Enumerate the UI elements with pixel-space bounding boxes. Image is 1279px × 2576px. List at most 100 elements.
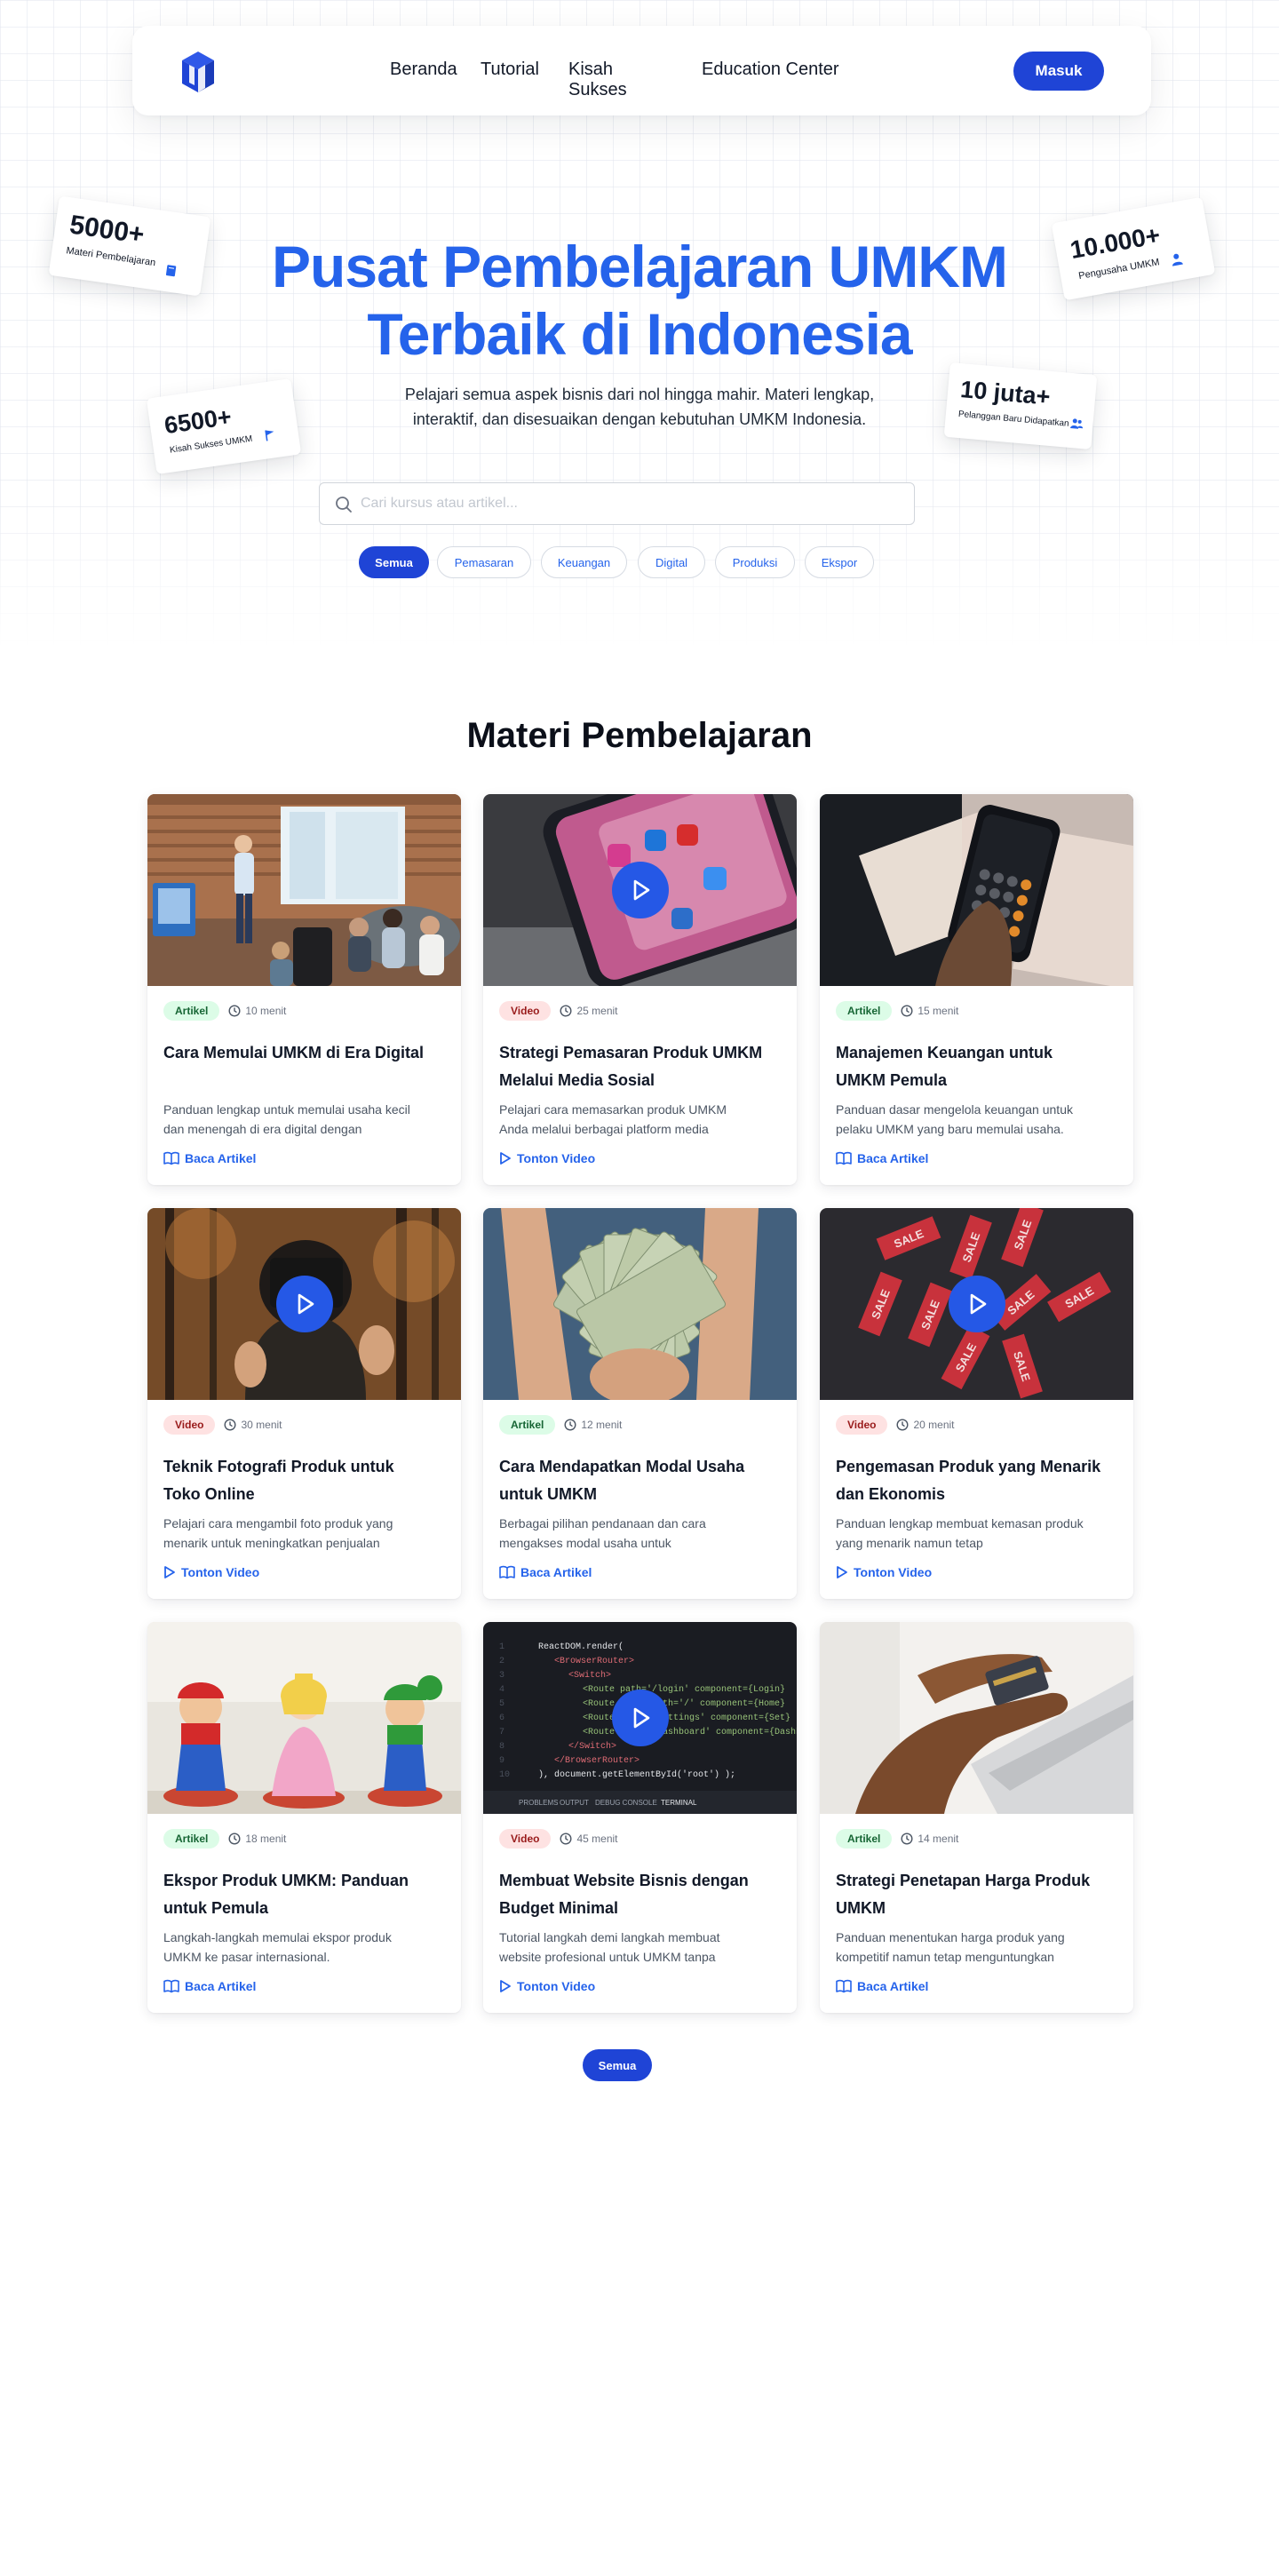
card-title: Cara Memulai UMKM di Era Digital [163,1044,425,1061]
watch-video-link[interactable]: Tonton Video [836,1565,932,1579]
play-button[interactable] [612,1690,669,1746]
play-icon [633,879,650,901]
card-memulai-umkm[interactable]: Artikel 10 menit Cara Memulai UMKM di Er… [147,794,461,1185]
action-label: Tonton Video [517,1151,596,1165]
type-badge: Artikel [836,1001,893,1021]
duration-text: 10 menit [245,1005,287,1017]
duration-text: 45 menit [576,1833,618,1845]
duration: 10 menit [228,1005,286,1017]
svg-text:7: 7 [499,1728,504,1737]
card-meta: Artikel 18 menit [163,1829,286,1849]
stat-card-pelanggan: 10 juta+ Pelanggan Baru Didapatkan [943,362,1098,450]
card-meta: Video 45 menit [499,1829,618,1849]
card-title: Manajemen Keuangan untuk UMKM Pemula [836,1044,1053,1089]
card-website-bisnis[interactable]: 1 2 3 4 5 6 7 8 9 10 ReactDOM.render( <BrowserR… [483,1622,797,2013]
watch-video-link[interactable]: Tonton Video [163,1565,259,1579]
open-book-icon [836,1979,852,1993]
duration: 20 menit [896,1419,955,1431]
card-thumbnail [147,794,461,986]
read-article-link[interactable]: Baca Artikel [163,1151,256,1165]
stat-label: Materi Pembelajaran [65,245,156,269]
play-button[interactable] [949,1276,1005,1332]
chip-ekspor[interactable]: Ekspor [805,546,874,578]
card-meta: Artikel 10 menit [163,1001,286,1021]
search-input[interactable] [361,483,902,524]
type-badge: Artikel [163,1001,220,1021]
open-book-icon [499,1565,515,1579]
code-line: ), document.getElementById('root') ); [538,1769,735,1780]
chip-produksi[interactable]: Produksi [715,546,795,578]
toy-figures-image [147,1622,461,1814]
flag-icon [265,430,274,441]
action-label: Baca Artikel [185,1151,257,1165]
card-fotografi-produk[interactable]: Video 30 menit Teknik Fotografi Produk u… [147,1208,461,1599]
clock-icon [228,1005,241,1017]
action-label: Baca Artikel [857,1151,929,1165]
play-outline-icon [500,1980,511,1992]
svg-text:6: 6 [499,1713,504,1723]
user-icon [1172,253,1183,266]
card-thumbnail [820,1622,1133,1814]
duration: 30 menit [224,1419,282,1431]
card-thumbnail [147,1622,461,1814]
card-title: Pengemasan Produk yang Menarik dan Ekono… [836,1458,1101,1503]
card-meta: Video 25 menit [499,1001,618,1021]
play-button[interactable] [276,1276,333,1332]
play-button[interactable] [612,862,669,918]
duration-text: 15 menit [918,1005,959,1017]
nav-tutorial[interactable]: Tutorial [481,60,539,80]
type-badge: Video [163,1415,216,1435]
read-article-link[interactable]: Baca Artikel [499,1565,592,1579]
clock-icon [228,1833,241,1845]
svg-text:9: 9 [499,1756,504,1766]
chip-pemasaran[interactable]: Pemasaran [437,546,531,578]
type-badge: Video [836,1415,888,1435]
duration-text: 20 menit [913,1419,955,1431]
stat-value: 5000+ [68,210,147,250]
code-line: <Route path='/login' component={Login} [583,1684,785,1695]
chip-digital[interactable]: Digital [638,546,705,578]
office-meeting-image [147,794,461,986]
card-thumbnail: 1 2 3 4 5 6 7 8 9 10 ReactDOM.render( <BrowserR… [483,1622,797,1814]
duration: 12 menit [564,1419,622,1431]
chip-semua[interactable]: Semua [359,546,429,578]
logo-icon[interactable] [179,48,223,94]
card-penetapan-harga[interactable]: Artikel 14 menit Strategi Penetapan Harg… [820,1622,1133,2013]
card-thumbnail [483,1208,797,1400]
read-article-link[interactable]: Baca Artikel [163,1979,256,1993]
nav-beranda[interactable]: Beranda [390,60,457,80]
card-title: Ekspor Produk UMKM: Panduan untuk Pemula [163,1872,409,1917]
read-article-link[interactable]: Baca Artikel [836,1151,928,1165]
stat-value: 10 juta+ [959,376,1052,410]
card-pemasaran-medsos[interactable]: Video 25 menit Strategi Pemasaran Produk… [483,794,797,1185]
card-description: Berbagai pilihan pendanaan dan cara meng… [499,1516,706,1550]
login-button[interactable]: Masuk [1013,52,1104,91]
type-badge: Video [499,1001,552,1021]
clock-icon [560,1833,572,1845]
duration: 18 menit [228,1833,286,1845]
clock-icon [896,1419,909,1431]
type-badge: Artikel [836,1829,893,1849]
watch-video-link[interactable]: Tonton Video [499,1979,595,1993]
card-description: Pelajari cara mengambil foto produk yang… [163,1516,393,1550]
read-article-link[interactable]: Baca Artikel [836,1979,928,1993]
editor-tab: DEBUG CONSOLE [595,1799,657,1807]
money-hands-image [483,1208,797,1400]
chip-keuangan[interactable]: Keuangan [541,546,627,578]
card-title: Strategi Pemasaran Produk UMKM Melalui M… [499,1044,763,1089]
show-all-button[interactable]: Semua [583,2049,652,2081]
play-outline-icon [500,1152,511,1165]
hero-subtitle: Pelajari semua aspek bisnis dari nol hin… [404,386,875,428]
action-label: Baca Artikel [185,1979,257,1993]
code-line: <BrowserRouter> [554,1657,634,1666]
nav-kisah-sukses[interactable]: Kisah Sukses [568,60,627,100]
card-modal-usaha[interactable]: Artikel 12 menit Cara Mendapatkan Modal … [483,1208,797,1599]
card-meta: Video 20 menit [836,1415,955,1435]
nav-education-center[interactable]: Education Center [702,60,839,80]
card-description: Panduan lengkap untuk memulai usaha keci… [163,1102,410,1136]
card-ekspor-produk[interactable]: Artikel 18 menit Ekspor Produk UMKM: Pan… [147,1622,461,2013]
card-manajemen-keuangan[interactable]: Artikel 15 menit Manajemen Keuangan untu… [820,794,1133,1185]
watch-video-link[interactable]: Tonton Video [499,1151,595,1165]
stat-label: Pelanggan Baru Didapatkan [957,409,1070,429]
card-pengemasan-produk[interactable]: SALE SALE SALE SALE SALE SALE SALE SALE … [820,1208,1133,1599]
